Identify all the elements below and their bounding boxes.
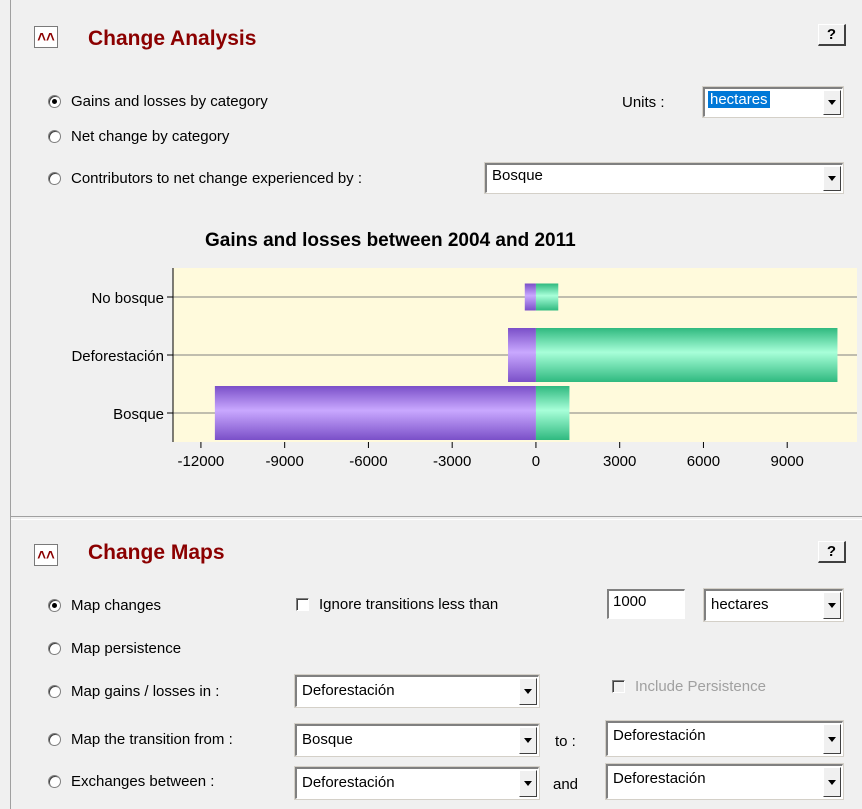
include-persistence-label: Include Persistence	[635, 678, 766, 695]
radio-contributors[interactable]: Contributors to net change experienced b…	[48, 170, 362, 187]
y-tick-label: No bosque	[91, 290, 164, 307]
radio-dot[interactable]	[48, 775, 61, 788]
y-tick-label: Deforestación	[71, 348, 164, 365]
threshold-units-value: hectares	[711, 596, 769, 613]
radio-map-changes[interactable]: Map changes	[48, 597, 161, 614]
radio-exchanges-label: Exchanges between :	[71, 773, 215, 790]
checkbox-box[interactable]	[612, 680, 625, 693]
radio-map-transition[interactable]: Map the transition from :	[48, 731, 233, 748]
radio-dot[interactable]	[48, 95, 61, 108]
radio-dot[interactable]	[48, 642, 61, 655]
units-select-value: hectares	[708, 91, 770, 108]
exchange-a-value: Deforestación	[302, 774, 395, 791]
chevron-down-icon[interactable]	[823, 166, 841, 191]
bar	[508, 328, 536, 382]
x-tick-label: 9000	[771, 453, 804, 470]
to-label: to :	[555, 733, 576, 750]
radio-map-gains-losses-label: Map gains / losses in :	[71, 683, 220, 700]
threshold-value: 1000	[613, 593, 647, 610]
contributor-category-value: Bosque	[492, 167, 543, 184]
y-tick-label: Bosque	[113, 406, 164, 423]
x-tick-label: 3000	[603, 453, 636, 470]
radio-gains-losses-label: Gains and losses by category	[71, 93, 268, 110]
units-select[interactable]: hectares	[702, 86, 844, 118]
x-tick-label: -9000	[265, 453, 303, 470]
bar	[524, 283, 536, 311]
radio-map-transition-label: Map the transition from :	[71, 731, 233, 748]
chevron-down-icon[interactable]	[519, 727, 537, 754]
ignore-transitions-checkbox[interactable]: Ignore transitions less than	[296, 596, 498, 613]
transition-to-value: Deforestación	[613, 727, 706, 744]
chart-title: Gains and losses between 2004 and 2011	[205, 230, 576, 251]
change-analysis-help-button[interactable]: ?	[818, 24, 846, 46]
transition-from-value: Bosque	[302, 731, 353, 748]
checkbox-box[interactable]	[296, 598, 309, 611]
transition-from-select[interactable]: Bosque	[294, 723, 540, 757]
radio-map-persistence-label: Map persistence	[71, 640, 182, 657]
transition-to-select[interactable]: Deforestación	[605, 720, 844, 757]
x-tick-label: -12000	[178, 453, 225, 470]
collapse-maps-chevron-up-icon[interactable]: ˄˄	[34, 544, 58, 566]
chevron-down-icon[interactable]	[823, 90, 841, 115]
chevron-down-icon[interactable]	[519, 678, 537, 705]
x-tick-label: 0	[532, 453, 540, 470]
x-tick-label: -3000	[433, 453, 471, 470]
radio-dot[interactable]	[48, 130, 61, 143]
bar	[535, 283, 559, 311]
chevron-down-icon[interactable]	[823, 724, 841, 754]
radio-map-gains-losses[interactable]: Map gains / losses in :	[48, 683, 219, 700]
radio-map-changes-label: Map changes	[71, 597, 162, 614]
radio-net-change-label: Net change by category	[71, 128, 230, 145]
bar	[535, 328, 838, 382]
gains-losses-chart: No bosque Deforestación Bosque -12000 -9000 -…	[71, 268, 857, 470]
exchange-a-select[interactable]: Deforestación	[294, 766, 540, 800]
chevron-down-icon[interactable]	[519, 770, 537, 797]
exchange-b-value: Deforestación	[613, 770, 706, 787]
threshold-units-select[interactable]: hectares	[703, 588, 844, 622]
radio-gains-losses[interactable]: Gains and losses by category	[48, 93, 268, 110]
contributor-category-select[interactable]: Bosque	[484, 162, 844, 194]
ignore-transitions-label: Ignore transitions less than	[319, 596, 499, 613]
radio-dot[interactable]	[48, 685, 61, 698]
section-divider	[11, 516, 862, 520]
radio-net-change[interactable]: Net change by category	[48, 128, 229, 145]
collapse-analysis-chevron-up-icon[interactable]: ˄˄	[34, 26, 58, 48]
include-persistence-checkbox[interactable]: Include Persistence	[612, 678, 766, 695]
change-maps-help-button[interactable]: ?	[818, 541, 846, 563]
radio-contributors-label: Contributors to net change experienced b…	[71, 170, 363, 187]
chevron-down-icon[interactable]	[823, 767, 841, 797]
exchange-b-select[interactable]: Deforestación	[605, 763, 844, 800]
gains-losses-category-value: Deforestación	[302, 682, 395, 699]
radio-dot[interactable]	[48, 599, 61, 612]
bar	[214, 386, 536, 440]
units-label: Units :	[622, 94, 665, 111]
gains-losses-category-select[interactable]: Deforestación	[294, 674, 540, 708]
x-tick-label: -6000	[349, 453, 387, 470]
and-label: and	[553, 776, 579, 793]
x-tick-label: 6000	[687, 453, 720, 470]
change-maps-title: Change Maps	[88, 541, 225, 564]
change-analysis-title: Change Analysis	[88, 27, 257, 50]
chevron-down-icon[interactable]	[823, 592, 841, 619]
radio-dot[interactable]	[48, 172, 61, 185]
radio-exchanges[interactable]: Exchanges between :	[48, 773, 214, 790]
threshold-input[interactable]: 1000	[607, 589, 685, 619]
radio-dot[interactable]	[48, 733, 61, 746]
bar	[535, 386, 570, 440]
radio-map-persistence[interactable]: Map persistence	[48, 640, 181, 657]
